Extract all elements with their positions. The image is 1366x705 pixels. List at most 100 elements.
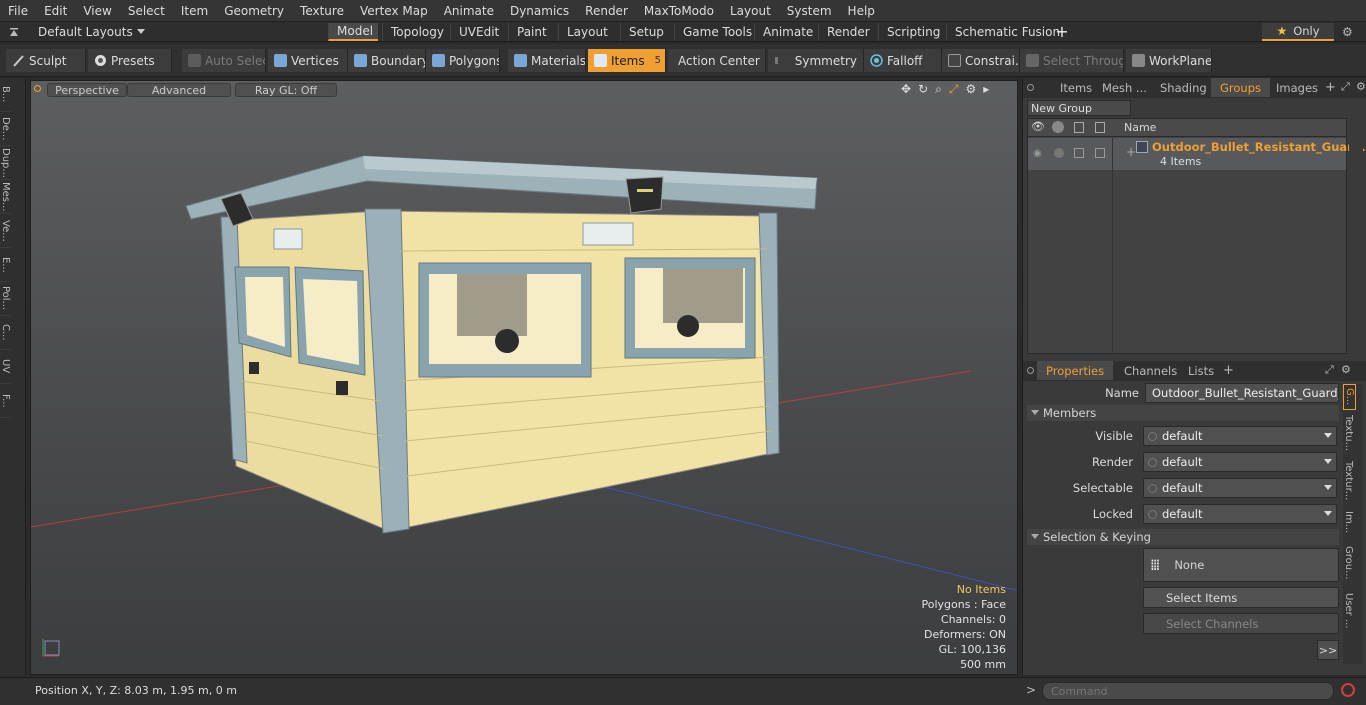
- visible-dropdown[interactable]: default: [1143, 426, 1337, 446]
- only-toggle[interactable]: ★ Only: [1262, 23, 1334, 41]
- menu-animate[interactable]: Animate: [436, 4, 502, 18]
- vertices-button[interactable]: Vertices 1: [268, 49, 348, 72]
- add-properties-tab-icon[interactable]: +: [1223, 363, 1234, 378]
- more-button[interactable]: >>: [1317, 640, 1339, 660]
- tab-animate[interactable]: Animate: [754, 23, 816, 41]
- falloff-button[interactable]: Falloff: [864, 49, 942, 72]
- visibility-eye-icon[interactable]: 👁: [1031, 120, 1045, 133]
- menu-view[interactable]: View: [75, 4, 119, 18]
- left-tab-8[interactable]: C...: [0, 316, 11, 350]
- symmetry-button[interactable]: Symmetry: [768, 49, 864, 72]
- select-lock-icon[interactable]: [1074, 122, 1084, 133]
- side-tab-5[interactable]: Grou...: [1343, 538, 1354, 588]
- left-tab-4[interactable]: Mes...: [0, 180, 11, 214]
- render-icon[interactable]: [1052, 121, 1064, 133]
- left-tab-5[interactable]: Ve...: [0, 214, 11, 248]
- selectable-dropdown[interactable]: default: [1143, 478, 1337, 498]
- add-tab-button[interactable]: +: [1052, 22, 1072, 42]
- menu-maxtomodo[interactable]: MaxToModo: [636, 4, 722, 18]
- menu-select[interactable]: Select: [120, 4, 173, 18]
- zoom-view-icon[interactable]: ⌕: [935, 82, 942, 97]
- menu-vertex-map[interactable]: Vertex Map: [352, 4, 436, 18]
- menu-edit[interactable]: Edit: [36, 4, 75, 18]
- tab-paint[interactable]: Paint: [508, 23, 554, 41]
- tab-images[interactable]: Images: [1267, 78, 1327, 97]
- group-row[interactable]: ◉ + Outdoor_Bullet_Resistant_Guar ... 4 …: [1028, 138, 1366, 170]
- perspective-button[interactable]: Perspective: [47, 83, 127, 97]
- tab-properties[interactable]: Properties: [1037, 361, 1114, 380]
- left-tab-1[interactable]: B...: [0, 78, 11, 112]
- polygons-button[interactable]: Polygons: [426, 49, 500, 72]
- 3d-viewport[interactable]: Perspective Advanced Ray GL: Off ✥ ↻ ⌕ ⤢…: [30, 80, 1018, 675]
- side-tab-1[interactable]: G...: [1343, 384, 1356, 410]
- side-tab-2[interactable]: Textu...: [1343, 410, 1354, 456]
- materials-button[interactable]: Materials: [508, 49, 586, 72]
- menu-render[interactable]: Render: [577, 4, 636, 18]
- panel-menu-icon[interactable]: [1027, 84, 1034, 91]
- tab-model[interactable]: Model: [328, 23, 378, 41]
- panel-settings-icon[interactable]: ⚙: [1356, 80, 1366, 93]
- items-button[interactable]: Items 5: [588, 49, 666, 72]
- side-tab-6[interactable]: User ...: [1343, 588, 1354, 634]
- tab-layout[interactable]: Layout: [558, 23, 616, 41]
- properties-settings-icon[interactable]: ⚙: [1341, 363, 1351, 376]
- left-tab-3[interactable]: Dup...: [0, 146, 11, 180]
- left-tab-10[interactable]: F...: [0, 384, 11, 418]
- tab-schematic-fusion[interactable]: Schematic Fusion: [946, 23, 1060, 41]
- raygl-button[interactable]: Ray GL: Off: [235, 83, 337, 97]
- viewport-menu-icon[interactable]: [34, 85, 41, 92]
- auto-select-button[interactable]: Auto Select: [182, 49, 266, 72]
- tab-game-tools[interactable]: Game Tools: [674, 23, 752, 41]
- viewport-settings-icon[interactable]: ⚙: [965, 82, 976, 97]
- tab-setup[interactable]: Setup: [620, 23, 670, 41]
- select-through-button[interactable]: Select Through: [1020, 49, 1124, 72]
- constraints-button[interactable]: Constrai...: [942, 49, 1020, 72]
- tab-lists[interactable]: Lists: [1179, 361, 1223, 380]
- move-view-icon[interactable]: ✥: [901, 82, 911, 97]
- tab-shading[interactable]: Shading: [1151, 78, 1216, 97]
- select-items-button[interactable]: Select Items: [1143, 587, 1339, 608]
- row-render-icon[interactable]: [1054, 148, 1064, 158]
- side-tab-3[interactable]: Textur...: [1343, 456, 1354, 506]
- sculpt-button[interactable]: Sculpt: [6, 49, 86, 72]
- left-tab-7[interactable]: Pol...: [0, 282, 11, 316]
- select-channels-button[interactable]: Select Channels: [1143, 613, 1339, 634]
- advanced-button[interactable]: Advanced: [127, 83, 231, 97]
- record-icon[interactable]: [1341, 683, 1355, 697]
- menu-texture[interactable]: Texture: [292, 4, 352, 18]
- row-select-box[interactable]: [1074, 148, 1084, 158]
- boundary-button[interactable]: Boundary: [348, 49, 426, 72]
- members-section-header[interactable]: Members: [1027, 405, 1339, 421]
- menu-file[interactable]: File: [0, 4, 36, 18]
- properties-expand-icon[interactable]: ⤢: [1325, 363, 1334, 377]
- fit-view-icon[interactable]: ⤢: [949, 82, 959, 97]
- tab-topology[interactable]: Topology: [382, 23, 446, 41]
- add-panel-tab-icon[interactable]: +: [1325, 80, 1336, 95]
- tab-uvedit[interactable]: UVEdit: [450, 23, 504, 41]
- command-input[interactable]: [1042, 682, 1334, 700]
- keying-none-button[interactable]: ⁞⁞⁞ None: [1143, 548, 1339, 582]
- workplane-button[interactable]: WorkPlane: [1126, 49, 1212, 72]
- tab-render[interactable]: Render: [818, 23, 874, 41]
- properties-menu-icon[interactable]: [1027, 367, 1034, 374]
- layout-arrow-icon[interactable]: [8, 26, 20, 38]
- tab-mesh[interactable]: Mesh ...: [1093, 78, 1156, 97]
- lock-icon[interactable]: [1095, 122, 1105, 133]
- groups-scrollbar[interactable]: [1349, 118, 1363, 354]
- name-input[interactable]: Outdoor_Bullet_Resistant_Guard_Hou: [1145, 383, 1339, 403]
- settings-gear-icon[interactable]: ⚙: [1342, 25, 1356, 39]
- tab-groups[interactable]: Groups: [1211, 78, 1271, 97]
- tab-channels[interactable]: Channels: [1115, 361, 1186, 380]
- menu-system[interactable]: System: [779, 4, 840, 18]
- row-lock-box[interactable]: [1095, 148, 1105, 158]
- expand-plus-icon[interactable]: +: [1126, 145, 1136, 159]
- menu-dynamics[interactable]: Dynamics: [502, 4, 577, 18]
- side-tab-4[interactable]: Im...: [1343, 506, 1354, 538]
- menu-item[interactable]: Item: [173, 4, 216, 18]
- new-group-button[interactable]: New Group: [1027, 100, 1131, 116]
- rotate-view-icon[interactable]: ↻: [918, 82, 928, 97]
- menu-geometry[interactable]: Geometry: [216, 4, 292, 18]
- row-eye-icon[interactable]: ◉: [1033, 148, 1042, 159]
- default-layouts-dropdown[interactable]: Default Layouts: [38, 24, 145, 40]
- tab-scripting[interactable]: Scripting: [878, 23, 944, 41]
